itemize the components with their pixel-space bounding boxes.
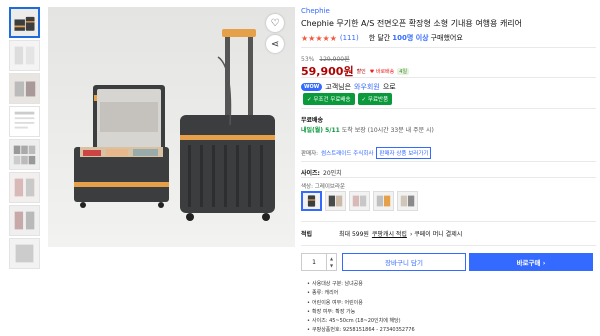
benefit-pills: ✓ 무조건 무료배송 ✓ 무료반품	[303, 93, 393, 105]
color-swatch-4[interactable]	[373, 191, 394, 211]
spec-item: 사이즈: 45~50cm (18~20인치에 해당)	[307, 317, 415, 327]
divider	[301, 245, 596, 246]
thumbnail-7[interactable]	[9, 205, 40, 236]
quantity-stepper[interactable]: 1 ▲ ▼	[301, 253, 337, 271]
spec-item: 사용대상 구분: 남녀공용	[307, 280, 415, 290]
thumbnail-5[interactable]	[9, 139, 40, 170]
original-price: 129,900원	[319, 56, 350, 63]
main-product-image: ♡ ⋖	[48, 7, 295, 247]
delivery-tag: ♥ 바로배송	[369, 68, 395, 75]
spec-item: 종류: 캐리어	[307, 289, 415, 299]
thumbnail-6[interactable]	[9, 172, 40, 203]
share-icon[interactable]: ⋖	[266, 35, 284, 53]
thumbnail-8[interactable]	[9, 238, 40, 269]
delivery-badge: 4일	[397, 67, 410, 75]
color-swatch-gray-brown[interactable]	[301, 191, 322, 211]
sold-prefix: 한 달간	[368, 34, 391, 42]
chevron-down-icon[interactable]: ▼	[330, 262, 333, 269]
shipping-label: 무료배송	[301, 117, 324, 124]
thumbnail-1[interactable]	[9, 7, 40, 38]
thumbnail-2[interactable]	[9, 40, 40, 71]
membership-prefix: 고객님은	[325, 83, 352, 91]
membership-row: WOW 고객님은 와우회원 으로	[301, 82, 396, 92]
cash-label: 적립	[301, 231, 313, 238]
color-label: 색상: 그레이브라운	[301, 184, 346, 190]
discount-row: 53% 129,900원	[301, 54, 350, 63]
arrival-note: 도착 보장 (10시간 33분 내 주문 시)	[341, 127, 434, 134]
spec-item: 쿠팡상품번호: 9258151864 - 27340352776	[307, 326, 415, 336]
discount-tag: 할인	[356, 68, 366, 75]
spec-list: 사용대상 구분: 남녀공용 종류: 캐리어 어린이용 여부: 어린이용 확장 여…	[307, 280, 415, 336]
size-label: 사이즈:	[301, 170, 320, 177]
size-value[interactable]: 20인치	[323, 168, 342, 177]
seller-row: 판매자: 썸스트래이드 주식회사 판매자 상품 보러가기	[301, 147, 432, 159]
thumbnail-4[interactable]	[9, 106, 40, 137]
divider	[301, 221, 596, 222]
spec-item: 어린이용 여부: 어린이용	[307, 299, 415, 309]
seller-label: 판매자:	[301, 151, 319, 157]
color-swatches	[301, 191, 418, 211]
sold-info: 한 달간 100명 이상 구매했어요	[369, 33, 463, 43]
membership-suffix: 으로	[382, 83, 396, 91]
spec-item: 확장 여부: 확장 가능	[307, 308, 415, 318]
chevron-up-icon[interactable]: ▲	[330, 255, 333, 262]
thumbnail-3[interactable]	[9, 73, 40, 104]
cash-link[interactable]: 쿠팡캐시 적립	[372, 229, 407, 238]
cash-suffix: › 쿠페이 머니 결제시	[409, 231, 463, 238]
color-swatch-3[interactable]	[349, 191, 370, 211]
star-rating: ★★★★★	[301, 33, 337, 43]
product-title: Chephie 무기한 A/S 전면오픈 확장형 소형 기내용 여행용 캐리어	[301, 19, 523, 28]
brand-link[interactable]: Chephie	[301, 7, 330, 15]
quantity-arrows[interactable]: ▲ ▼	[326, 254, 336, 270]
rating-row: ★★★★★ (111) 한 달간 100명 이상 구매했어요	[301, 33, 463, 43]
discount-rate: 53%	[301, 56, 315, 63]
free-shipping-pill: ✓ 무조건 무료배송	[303, 93, 355, 105]
quantity-value[interactable]: 1	[302, 259, 326, 266]
divider	[301, 77, 596, 78]
shipping-date: 내일(월) 5/11 도착 보장 (10시간 33분 내 주문 시)	[301, 125, 434, 134]
divider	[301, 47, 596, 48]
sold-suffix: 구매했어요	[430, 34, 463, 42]
divider	[301, 108, 596, 109]
heart-icon[interactable]: ♡	[266, 14, 284, 32]
cash-prefix: 최대 599원	[339, 231, 369, 238]
free-return-pill: ✓ 무료반품	[357, 93, 393, 105]
review-count-link[interactable]: (111)	[340, 34, 359, 42]
membership-highlight: 와우회원	[354, 83, 380, 91]
sold-count: 100명 이상	[392, 34, 429, 42]
cash-row: 적립 최대 599원 쿠팡캐시 적립 › 쿠페이 머니 결제시	[301, 229, 462, 238]
wow-badge: WOW	[301, 83, 323, 91]
color-swatch-5[interactable]	[397, 191, 418, 211]
thumbnail-list	[9, 7, 42, 271]
color-swatch-2[interactable]	[325, 191, 346, 211]
arrival-date: 내일(월) 5/11	[301, 127, 340, 134]
seller-name-link[interactable]: 썸스트래이드 주식회사	[321, 149, 373, 157]
add-to-cart-button[interactable]: 장바구니 담기	[342, 253, 466, 271]
divider	[301, 177, 596, 178]
divider	[301, 161, 596, 162]
seller-products-button[interactable]: 판매자 상품 보러가기	[376, 147, 432, 159]
buy-now-button[interactable]: 바로구매 ›	[469, 253, 593, 271]
